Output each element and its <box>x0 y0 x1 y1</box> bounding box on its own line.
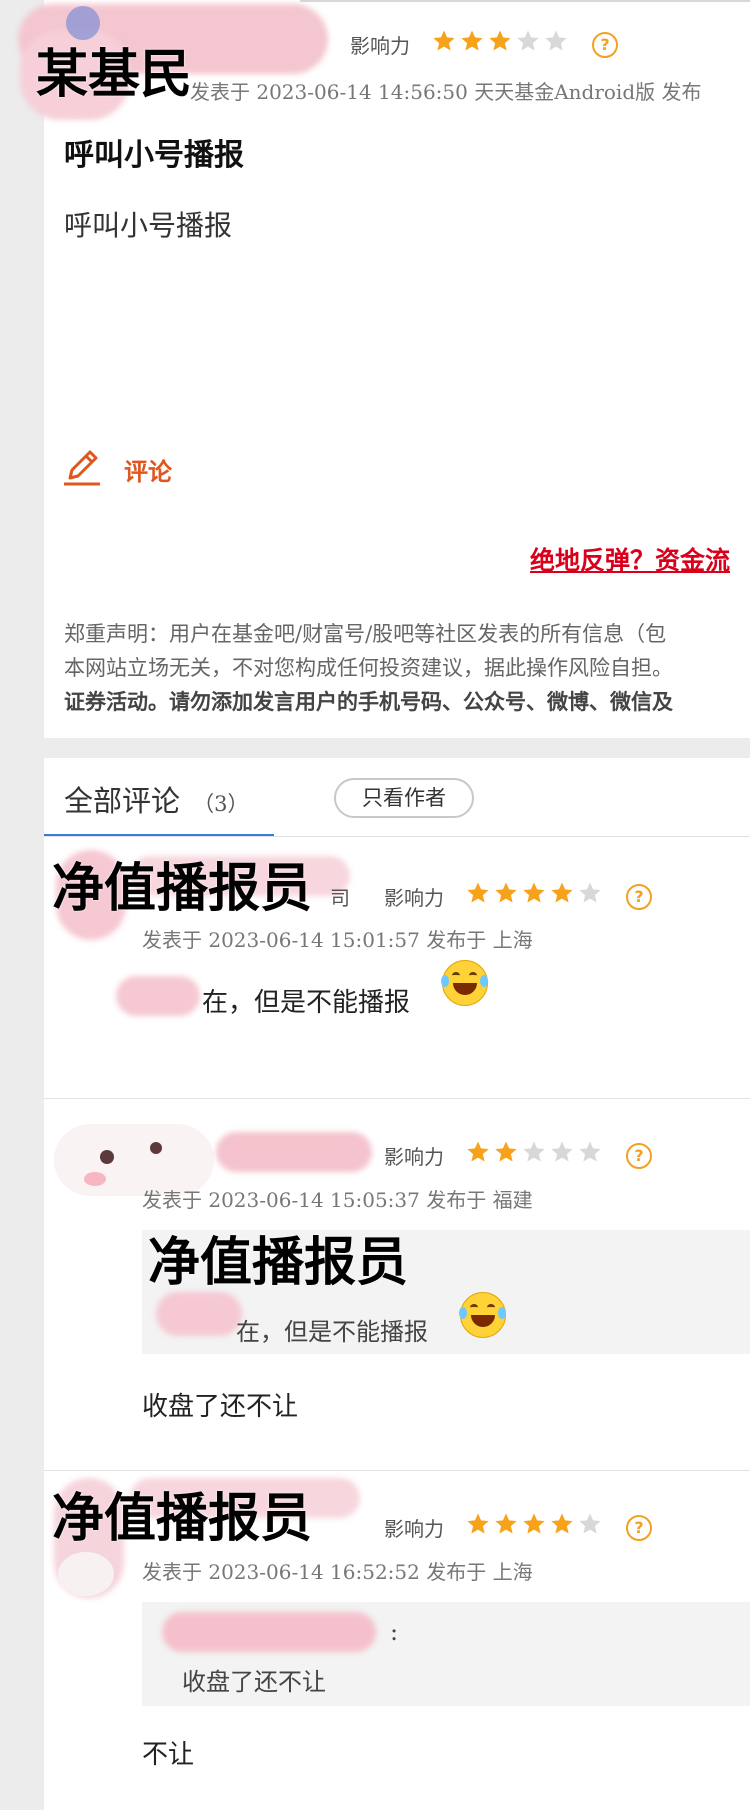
comment-2-time: 发表于 2023-06-14 15:05:37 发布于 福建 <box>142 1188 533 1212</box>
comment-3-influence-label: 影响力 <box>384 1517 444 1541</box>
comment-2-divider <box>44 1470 750 1471</box>
comment-count: （3） <box>193 792 249 816</box>
comment-label: 评论 <box>124 457 172 486</box>
comment-2-influence-label: 影响力 <box>384 1145 444 1169</box>
star-icon <box>495 882 517 903</box>
comment-1-help-icon[interactable]: ? <box>626 884 652 910</box>
rating-stars <box>432 29 568 53</box>
comment-3-quote-mention-blur <box>162 1612 376 1652</box>
post-title: 呼叫小号播报 <box>64 138 244 173</box>
star-icon <box>467 1141 489 1162</box>
star-icon <box>467 882 489 903</box>
laughing-emoji-icon <box>441 960 488 1006</box>
laughing-emoji-icon <box>459 1292 506 1338</box>
comment-2-text: 收盘了还不让 <box>142 1392 299 1422</box>
comment-3-avatar-face <box>58 1552 114 1596</box>
comment-1-divider <box>44 1098 750 1099</box>
influence-label: 影响力 <box>350 34 410 58</box>
help-icon[interactable]: ? <box>592 32 618 58</box>
star-icon <box>461 30 483 51</box>
star-icon <box>579 882 601 903</box>
star-icon <box>517 30 539 51</box>
star-icon <box>551 1141 573 1162</box>
comment-2-help-icon[interactable]: ? <box>626 1143 652 1169</box>
post-meta: 发表于 2023-06-14 14:56:50 天天基金Android版 发布 <box>190 80 702 104</box>
comment-1-name-overlay: 净值播报员 <box>52 859 313 919</box>
comment-3-quote-text: 收盘了还不让 <box>182 1668 326 1696</box>
author-name-overlay: 某基民 <box>36 45 193 105</box>
comment-1-time: 发表于 2023-06-14 15:01:57 发布于 上海 <box>142 928 533 952</box>
comment-1-name-fragment: 司 <box>330 886 350 910</box>
comment-3-time: 发表于 2023-06-14 16:52:52 发布于 上海 <box>142 1560 533 1584</box>
author-only-button[interactable]: 只看作者 <box>334 778 474 818</box>
tab-label: 全部评论 <box>64 784 181 818</box>
comment-1-text: 在，但是不能播报 <box>202 988 411 1018</box>
star-icon <box>545 30 567 51</box>
star-icon <box>489 30 511 51</box>
comment-3-help-icon[interactable]: ? <box>626 1515 652 1541</box>
star-icon <box>551 882 573 903</box>
tab-all-comments[interactable]: 全部评论 （3） <box>64 778 248 820</box>
pencil-icon <box>62 448 102 492</box>
post-body: 呼叫小号播报 <box>64 209 233 242</box>
comment-3-rating-stars <box>466 1512 602 1536</box>
comment-2-rating-stars <box>466 1140 602 1164</box>
comment-1-mention-blur <box>116 976 200 1016</box>
star-icon <box>551 1513 573 1534</box>
avatar-cheek <box>84 1172 106 1186</box>
star-icon <box>579 1141 601 1162</box>
comment-3-name-overlay: 净值播报员 <box>52 1489 313 1549</box>
comment-2-quote-mention-blur <box>156 1292 242 1336</box>
disclaimer-line-2: 本网站立场无关，不对您构成任何投资建议，据此操作风险自担。 <box>64 656 673 680</box>
comment-2-quote-name-overlay: 净值播报员 <box>148 1233 409 1293</box>
comment-1-influence-label: 影响力 <box>384 886 444 910</box>
star-icon <box>467 1513 489 1534</box>
disclaimer-line-1: 郑重声明：用户在基金吧/财富号/股吧等社区发表的所有信息（包 <box>64 622 667 646</box>
star-icon <box>579 1513 601 1534</box>
star-icon <box>495 1513 517 1534</box>
avatar-eye-icon <box>150 1142 162 1154</box>
comment-3-quote-colon: : <box>390 1618 399 1646</box>
star-icon <box>523 1141 545 1162</box>
tab-divider <box>44 836 750 837</box>
star-icon <box>495 1141 517 1162</box>
comment-2-quote-text: 在，但是不能播报 <box>236 1318 428 1346</box>
disclaimer-line-3: 证券活动。请勿添加发言用户的手机号码、公众号、微博、微信及 <box>64 689 673 714</box>
comment-1-rating-stars <box>466 881 602 905</box>
star-icon <box>523 882 545 903</box>
star-icon <box>523 1513 545 1534</box>
comment-action[interactable]: 评论 <box>62 448 192 492</box>
top-border <box>300 0 750 2</box>
avatar-eye-icon <box>100 1150 114 1164</box>
comment-2-name-blur <box>216 1132 372 1172</box>
comment-3-text: 不让 <box>142 1740 195 1770</box>
promo-link[interactable]: 绝地反弹？资金流 <box>530 541 730 577</box>
star-icon <box>433 30 455 51</box>
